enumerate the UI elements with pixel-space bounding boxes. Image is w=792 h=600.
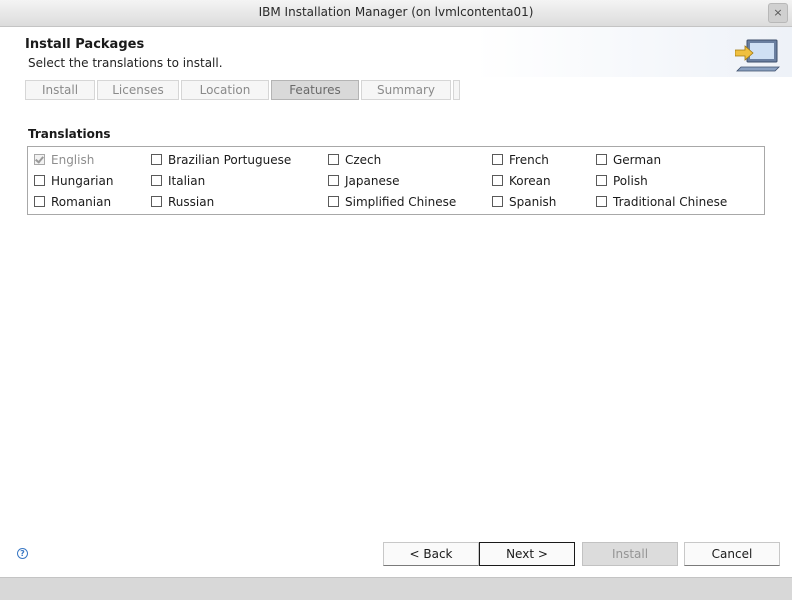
option-romanian[interactable]: Romanian [34,194,111,210]
brazilian-portuguese-checkbox[interactable] [151,154,162,165]
option-french[interactable]: French [492,152,549,168]
step-end-cap [453,80,460,100]
window-titlebar: IBM Installation Manager (on lvmlcontent… [0,0,792,27]
step-licenses: Licenses [97,80,179,100]
option-italian[interactable]: Italian [151,173,205,189]
traditional-chinese-checkbox[interactable] [596,196,607,207]
option-russian[interactable]: Russian [151,194,214,210]
option-spanish[interactable]: Spanish [492,194,556,210]
step-install: Install [25,80,95,100]
wizard-header: Install Packages Select the translations… [0,27,792,77]
romanian-checkbox[interactable] [34,196,45,207]
option-traditional-chinese[interactable]: Traditional Chinese [596,194,727,210]
option-german[interactable]: German [596,152,661,168]
option-simplified-chinese[interactable]: Simplified Chinese [328,194,456,210]
next-button[interactable]: Next > [479,542,575,566]
option-polish[interactable]: Polish [596,173,648,189]
window-bottom-bar [0,577,792,600]
option-czech[interactable]: Czech [328,152,381,168]
step-features: Features [271,80,359,100]
back-button[interactable]: < Back [383,542,479,566]
close-icon[interactable]: × [768,3,788,23]
czech-checkbox[interactable] [328,154,339,165]
hungarian-checkbox[interactable] [34,175,45,186]
install-wizard-icon [735,39,780,72]
install-button: Install [582,542,678,566]
german-checkbox[interactable] [596,154,607,165]
option-hungarian[interactable]: Hungarian [34,173,113,189]
option-brazilian-portuguese[interactable]: Brazilian Portuguese [151,152,291,168]
french-checkbox[interactable] [492,154,503,165]
polish-checkbox[interactable] [596,175,607,186]
translations-title: Translations [28,127,111,141]
help-icon[interactable]: ? [17,548,28,559]
option-english: English [34,152,94,168]
translations-group: English Brazilian Portuguese Czech Frenc… [27,146,765,215]
cancel-button[interactable]: Cancel [684,542,780,566]
japanese-checkbox[interactable] [328,175,339,186]
english-checkbox [34,154,45,165]
simplified-chinese-checkbox[interactable] [328,196,339,207]
step-summary: Summary [361,80,451,100]
spanish-checkbox[interactable] [492,196,503,207]
page-title: Install Packages [25,37,145,52]
step-location: Location [181,80,269,100]
option-japanese[interactable]: Japanese [328,173,400,189]
russian-checkbox[interactable] [151,196,162,207]
option-korean[interactable]: Korean [492,173,551,189]
window-title: IBM Installation Manager (on lvmlcontent… [258,5,534,19]
italian-checkbox[interactable] [151,175,162,186]
korean-checkbox[interactable] [492,175,503,186]
page-subtitle: Select the translations to install. [28,56,223,70]
